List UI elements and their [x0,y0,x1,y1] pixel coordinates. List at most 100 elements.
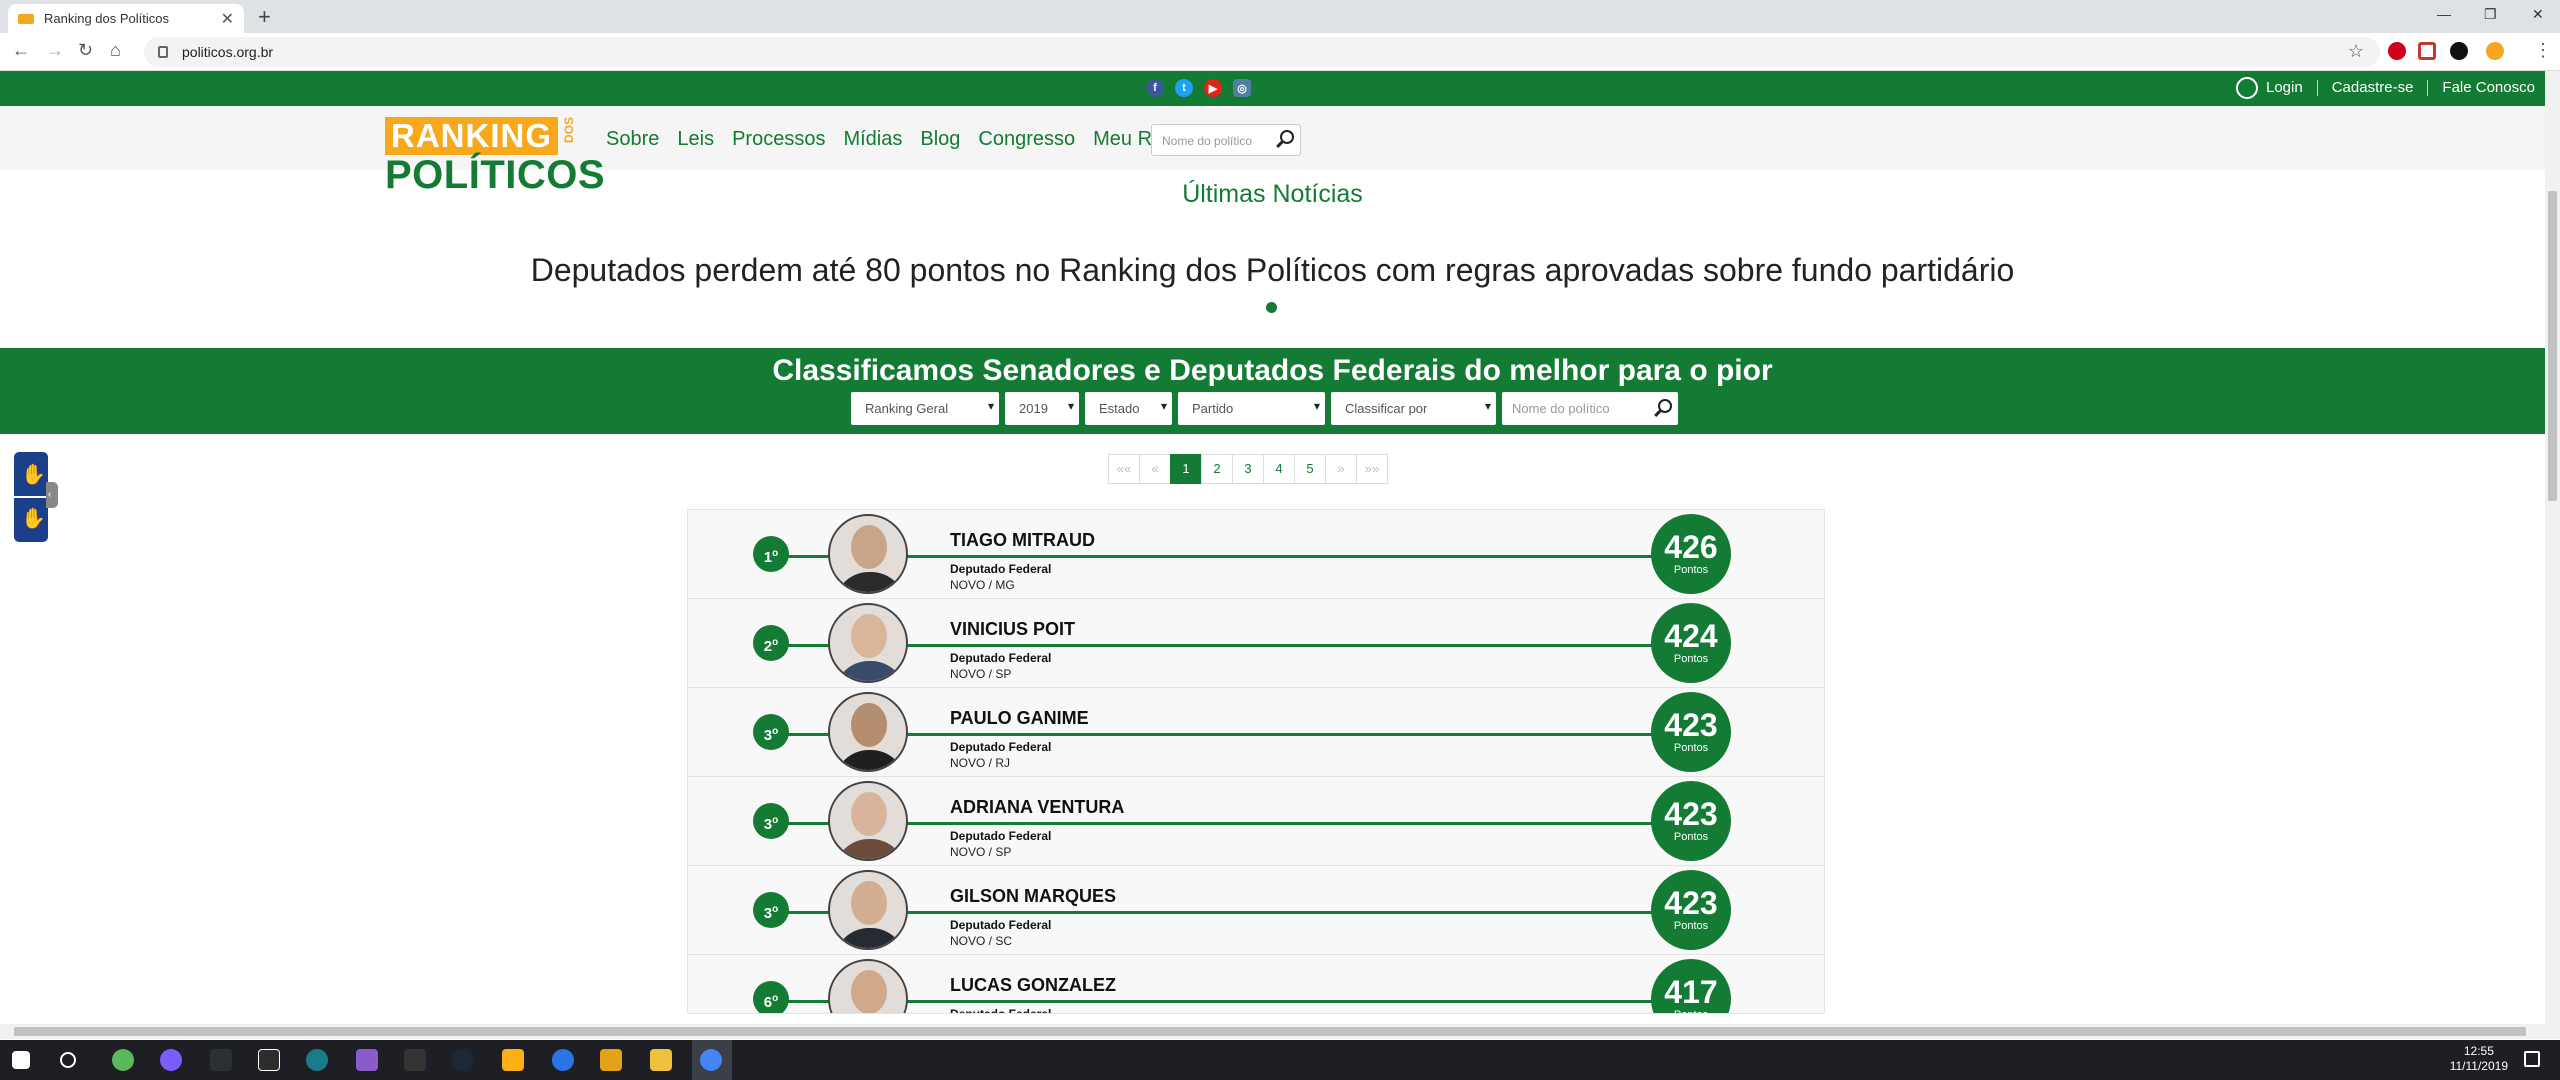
state-select[interactable]: Estado [1085,392,1172,425]
adblock-extension-icon[interactable] [2388,42,2406,60]
ranking-row[interactable]: 3o PAULO GANIME Deputado Federal NOVO / … [687,687,1825,777]
new-tab-button[interactable]: + [258,4,271,30]
epic-games-icon[interactable] [404,1049,426,1071]
politician-role: Deputado Federal [950,829,1052,843]
politician-name[interactable]: LUCAS GONZALEZ [950,975,1122,996]
search-icon[interactable] [1658,399,1672,413]
horizontal-scrollbar[interactable] [0,1024,2560,1039]
pagination-first[interactable]: «« [1108,454,1140,484]
restore-button[interactable]: ❐ [2484,6,2497,23]
bookmark-star-icon[interactable]: ☆ [2348,41,2364,62]
facebook-icon[interactable]: f [1146,79,1164,97]
home-button[interactable]: ⌂ [110,40,121,61]
browser-menu-icon[interactable]: ⋮ [2534,40,2552,61]
politician-name[interactable]: ADRIANA VENTURA [950,797,1131,818]
scrollbar-thumb[interactable] [14,1027,2526,1036]
signup-link[interactable]: Cadastre-se [2332,79,2414,96]
app-icon[interactable] [306,1049,328,1071]
ranking-row[interactable]: 1o TIAGO MITRAUD Deputado Federal NOVO /… [687,509,1825,599]
notifications-icon[interactable] [2524,1051,2540,1067]
twitter-icon[interactable]: t [1175,79,1193,97]
site-favicon-icon [18,13,34,24]
ranking-type-select[interactable]: Ranking Geral [851,392,999,425]
pagination-page-2[interactable]: 2 [1201,454,1233,484]
carousel-dot[interactable] [1266,302,1277,313]
profile-avatar[interactable] [2486,42,2504,60]
chrome-icon [700,1049,722,1071]
news-headline[interactable]: Deputados perdem até 80 pontos no Rankin… [0,252,2545,289]
contact-link[interactable]: Fale Conosco [2442,79,2535,96]
twitch-icon[interactable] [356,1049,378,1071]
rockstar-icon[interactable] [502,1049,524,1071]
politician-name[interactable]: TIAGO MITRAUD [950,530,1101,551]
nav-item-processos[interactable]: Processos [732,128,825,151]
politician-name[interactable]: PAULO GANIME [950,708,1095,729]
nav-item-leis[interactable]: Leis [677,128,714,151]
app-icon[interactable] [600,1049,622,1071]
file-explorer-icon[interactable] [650,1049,672,1071]
windows-start-icon[interactable] [12,1051,30,1069]
politician-role: Deputado Federal [950,740,1052,754]
ranking-row[interactable]: 6o LUCAS GONZALEZ Deputado Federal 417Po… [687,954,1825,1014]
pagination-next[interactable]: » [1325,454,1357,484]
youtube-icon[interactable]: ▶ [1204,79,1222,97]
minimize-button[interactable]: — [2437,6,2451,22]
rank-line [788,644,1683,647]
address-bar[interactable]: politicos.org.br ☆ [144,37,2380,67]
tab-close-icon[interactable]: ✕ [221,9,234,29]
accessibility-widget[interactable]: ✋ ✋ [14,452,48,542]
browser-tab-strip: Ranking dos Políticos ✕ + — ❐ ✕ [0,0,2560,33]
app-icon[interactable] [210,1049,232,1071]
nav-item-sobre[interactable]: Sobre [606,128,659,151]
party-select[interactable]: Partido [1178,392,1325,425]
utorrent-icon[interactable] [112,1049,134,1071]
divider [2316,80,2318,96]
window-close-button[interactable]: ✕ [2532,6,2544,23]
nav-item-blog[interactable]: Blog [920,128,960,151]
sort-select[interactable]: Classificar por [1331,392,1496,425]
search-icon[interactable] [1280,130,1294,144]
scrollbar-thumb[interactable] [2548,191,2557,501]
year-select[interactable]: 2019 [1005,392,1079,425]
divider [14,496,48,498]
header-search-input[interactable]: Nome do político [1151,124,1301,156]
pagination-page-1[interactable]: 1 [1170,454,1202,484]
politician-party: NOVO / RJ [950,756,1011,770]
pagination-page-5[interactable]: 5 [1294,454,1326,484]
search-icon[interactable] [60,1052,76,1068]
pocket-extension-icon[interactable] [2418,42,2436,60]
account-links: Login Cadastre-se Fale Conosco [2236,77,2535,99]
accessibility-toggle-tab[interactable]: ‹ [46,482,58,508]
forward-button[interactable]: → [46,40,64,61]
pagination-prev[interactable]: « [1139,454,1171,484]
score-badge: 426 Pontos [1651,514,1731,594]
rank-badge: 3o [753,803,789,839]
app-icon[interactable] [160,1049,182,1071]
browser-tab[interactable]: Ranking dos Políticos ✕ [8,4,244,33]
politician-role: Deputado Federal [950,1007,1052,1014]
ranking-row[interactable]: 3o GILSON MARQUES Deputado Federal NOVO … [687,865,1825,955]
steam-icon[interactable] [452,1049,474,1071]
pagination-page-3[interactable]: 3 [1232,454,1264,484]
back-button[interactable]: ← [12,40,30,61]
pagination-last[interactable]: »» [1356,454,1388,484]
politician-role: Deputado Federal [950,651,1052,665]
app-icon[interactable] [552,1049,574,1071]
politician-name[interactable]: VINICIUS POIT [950,619,1082,640]
ranking-row[interactable]: 2o VINICIUS POIT Deputado Federal NOVO /… [687,598,1825,688]
vertical-scrollbar[interactable] [2545,71,2560,1024]
reload-button[interactable]: ↻ [78,40,93,61]
extension-icon[interactable] [2450,42,2468,60]
unity-icon[interactable] [258,1049,280,1071]
ranking-filter-band: Classificamos Senadores e Deputados Fede… [0,348,2545,434]
login-link[interactable]: Login [2266,79,2303,96]
score-badge: 423 Pontos [1651,692,1731,772]
nav-item-congresso[interactable]: Congresso [978,128,1075,151]
politician-search-input[interactable]: Nome do político [1502,392,1678,425]
pagination-page-4[interactable]: 4 [1263,454,1295,484]
clock[interactable]: 12:55 11/11/2019 [2450,1044,2508,1074]
instagram-icon[interactable]: ◎ [1233,79,1251,97]
politician-name[interactable]: GILSON MARQUES [950,886,1123,907]
ranking-row[interactable]: 3o ADRIANA VENTURA Deputado Federal NOVO… [687,776,1825,866]
nav-item-midias[interactable]: Mídias [843,128,902,151]
